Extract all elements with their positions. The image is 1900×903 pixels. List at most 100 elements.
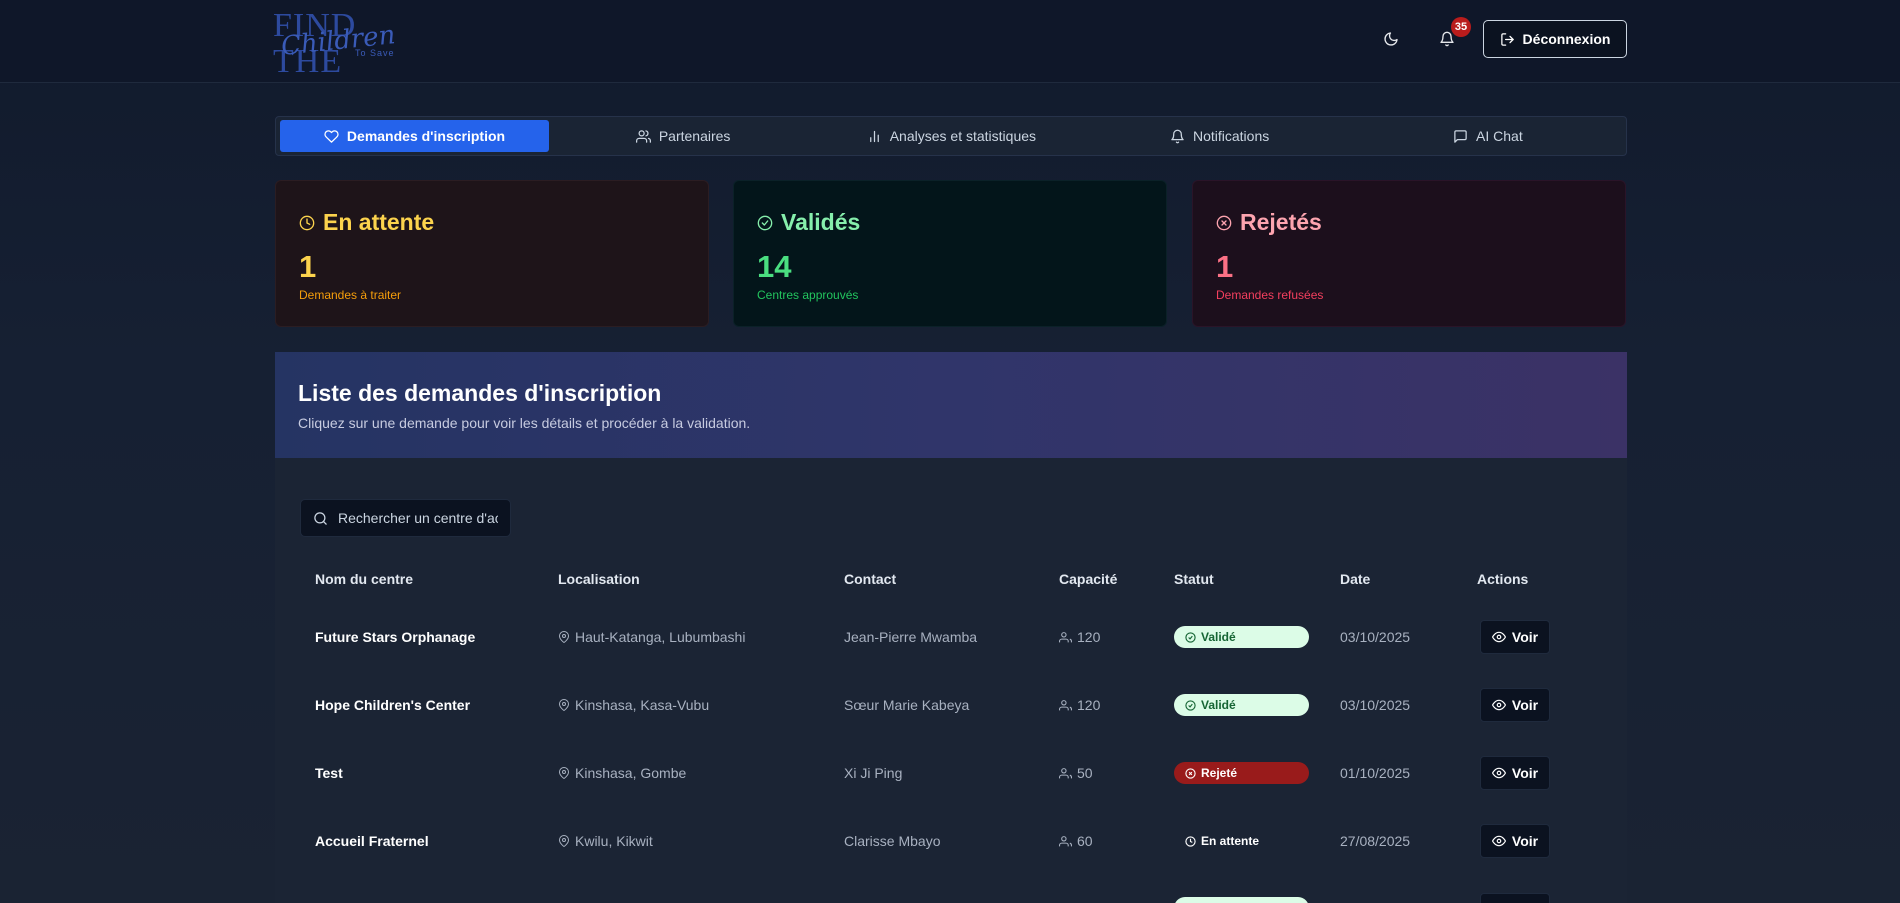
stat-title-text: Rejetés bbox=[1240, 209, 1322, 235]
row-location-text: Kwilu, Kikwit bbox=[575, 833, 653, 849]
search-icon bbox=[314, 511, 327, 525]
row-status: Rejeté bbox=[1174, 739, 1309, 807]
stat-sub-rejected: Demandes refusées bbox=[1216, 288, 1324, 302]
row-actions: Voir bbox=[1480, 807, 1550, 875]
chat-icon bbox=[1454, 129, 1467, 143]
view-button[interactable] bbox=[1480, 893, 1550, 903]
heart-icon bbox=[324, 129, 339, 143]
view-label: Voir bbox=[1511, 629, 1539, 645]
stat-value-pending: 1 bbox=[299, 249, 317, 284]
column-header-capacity[interactable]: Capacité bbox=[1059, 571, 1117, 587]
logo-sub-text: To Save bbox=[355, 48, 395, 58]
list-title: Liste des demandes d'inscription bbox=[298, 380, 662, 406]
table-row[interactable]: Accueil Fraternel Kwilu, Kikwit Clarisse… bbox=[275, 807, 1627, 875]
tab-label: Partenaires bbox=[658, 128, 731, 144]
row-actions: Voir bbox=[1480, 603, 1550, 671]
map-pin-icon bbox=[558, 631, 570, 643]
row-status: Validé bbox=[1174, 671, 1309, 739]
tab-label: Analyses et statistiques bbox=[889, 128, 1037, 144]
row-capacity: 60 bbox=[1059, 807, 1093, 875]
top-header: FIND THE Children To Save 35 Déconnexion bbox=[0, 0, 1900, 83]
row-capacity-text: 50 bbox=[1077, 765, 1093, 781]
tab-label: Notifications bbox=[1192, 128, 1270, 144]
users-icon bbox=[635, 129, 651, 143]
row-contact: Jean-Pierre Mwamba bbox=[844, 629, 978, 645]
stat-value-valid: 14 bbox=[757, 249, 792, 284]
status-badge: En attente bbox=[1174, 830, 1309, 852]
column-header-name[interactable]: Nom du centre bbox=[315, 571, 413, 587]
row-capacity-text: 120 bbox=[1077, 629, 1101, 645]
view-label: Voir bbox=[1511, 765, 1539, 781]
table-row[interactable]: Hope Children's Center Kinshasa, Kasa-Vu… bbox=[275, 671, 1627, 739]
map-pin-icon bbox=[558, 835, 570, 847]
column-header-status[interactable]: Statut bbox=[1174, 571, 1214, 587]
logout-button[interactable]: Déconnexion bbox=[1483, 20, 1627, 58]
column-header-contact[interactable]: Contact bbox=[844, 571, 896, 587]
eye-icon bbox=[1491, 699, 1506, 711]
row-capacity: 120 bbox=[1059, 671, 1100, 739]
row-date: 03/10/2025 bbox=[1340, 697, 1411, 713]
row-capacity: 50 bbox=[1059, 739, 1093, 807]
status-text: Validé bbox=[1201, 630, 1236, 644]
clock-icon bbox=[299, 215, 315, 230]
status-badge: Validé bbox=[1174, 626, 1309, 648]
list-header: Liste des demandes d'inscription Cliquez… bbox=[275, 352, 1627, 458]
eye-icon bbox=[1491, 631, 1506, 643]
stat-title-pending: En attente bbox=[299, 209, 685, 236]
tab-demandes[interactable]: Demandes d'inscription bbox=[280, 120, 549, 152]
x-circle-icon bbox=[1216, 215, 1232, 230]
table-row[interactable]: Test Kinshasa, Gombe Xi Ji Ping 50 Rejet… bbox=[275, 739, 1627, 807]
bar-chart-icon bbox=[869, 130, 879, 142]
tab-label: Demandes d'inscription bbox=[346, 128, 506, 144]
map-pin-icon bbox=[558, 699, 570, 711]
x-circle-icon bbox=[1185, 767, 1196, 779]
status-text: Rejeté bbox=[1201, 766, 1238, 780]
row-location: Kinshasa, Kasa-Vubu bbox=[558, 671, 709, 739]
clock-icon bbox=[1185, 835, 1196, 847]
status-text: Validé bbox=[1201, 698, 1236, 712]
stat-sub-valid: Centres approuvés bbox=[757, 288, 859, 302]
column-header-date[interactable]: Date bbox=[1340, 571, 1370, 587]
row-date: 03/10/2025 bbox=[1340, 629, 1411, 645]
map-pin-icon bbox=[558, 767, 570, 779]
stat-title-valid: Validés bbox=[757, 209, 1143, 236]
row-location: Haut-Katanga, Lubumbashi bbox=[558, 603, 745, 671]
row-location-text: Kinshasa, Gombe bbox=[575, 765, 687, 781]
row-date: 27/08/2025 bbox=[1340, 833, 1411, 849]
list-description: Cliquez sur une demande pour voir les dé… bbox=[298, 415, 751, 431]
tab-ai-chat[interactable]: AI Chat bbox=[1354, 120, 1622, 152]
stat-card-rejected: Rejetés 1 Demandes refusées bbox=[1192, 180, 1626, 327]
row-status: En attente bbox=[1174, 807, 1309, 875]
search-input[interactable] bbox=[338, 510, 498, 526]
tab-analyses[interactable]: Analyses et statistiques bbox=[817, 120, 1085, 152]
main-tabs: Demandes d'inscription Partenaires Analy… bbox=[275, 116, 1627, 156]
stat-title-text: Validés bbox=[781, 209, 861, 235]
column-header-location[interactable]: Localisation bbox=[558, 571, 640, 587]
table-row[interactable]: Future Stars Orphanage Haut-Katanga, Lub… bbox=[275, 603, 1627, 671]
tab-partenaires[interactable]: Partenaires bbox=[549, 120, 817, 152]
view-button[interactable]: Voir bbox=[1480, 620, 1550, 654]
view-button[interactable]: Voir bbox=[1480, 824, 1550, 858]
users-icon bbox=[1059, 767, 1072, 778]
view-button[interactable]: Voir bbox=[1480, 756, 1550, 790]
tab-notifications[interactable]: Notifications bbox=[1086, 120, 1354, 152]
row-name: Accueil Fraternel bbox=[315, 833, 429, 849]
view-button[interactable]: Voir bbox=[1480, 688, 1550, 722]
users-icon bbox=[1059, 835, 1072, 846]
notifications-button[interactable]: 35 bbox=[1429, 17, 1471, 57]
row-contact: Clarisse Mbayo bbox=[844, 833, 941, 849]
row-capacity-text: 60 bbox=[1077, 833, 1093, 849]
row-capacity: 120 bbox=[1059, 603, 1100, 671]
theme-toggle-button[interactable] bbox=[1373, 21, 1409, 57]
row-status: Validé bbox=[1174, 603, 1309, 671]
row-name: Test bbox=[315, 765, 343, 781]
stat-card-valid: Validés 14 Centres approuvés bbox=[733, 180, 1167, 327]
view-label: Voir bbox=[1511, 833, 1539, 849]
app-logo[interactable]: FIND THE Children To Save bbox=[273, 8, 418, 80]
row-location-text: Kinshasa, Kasa-Vubu bbox=[575, 697, 710, 713]
eye-icon bbox=[1491, 767, 1506, 779]
row-location: Kinshasa, Gombe bbox=[558, 739, 686, 807]
row-actions: Voir bbox=[1480, 671, 1550, 739]
row-actions: Voir bbox=[1480, 739, 1550, 807]
stat-title-text: En attente bbox=[323, 209, 435, 235]
